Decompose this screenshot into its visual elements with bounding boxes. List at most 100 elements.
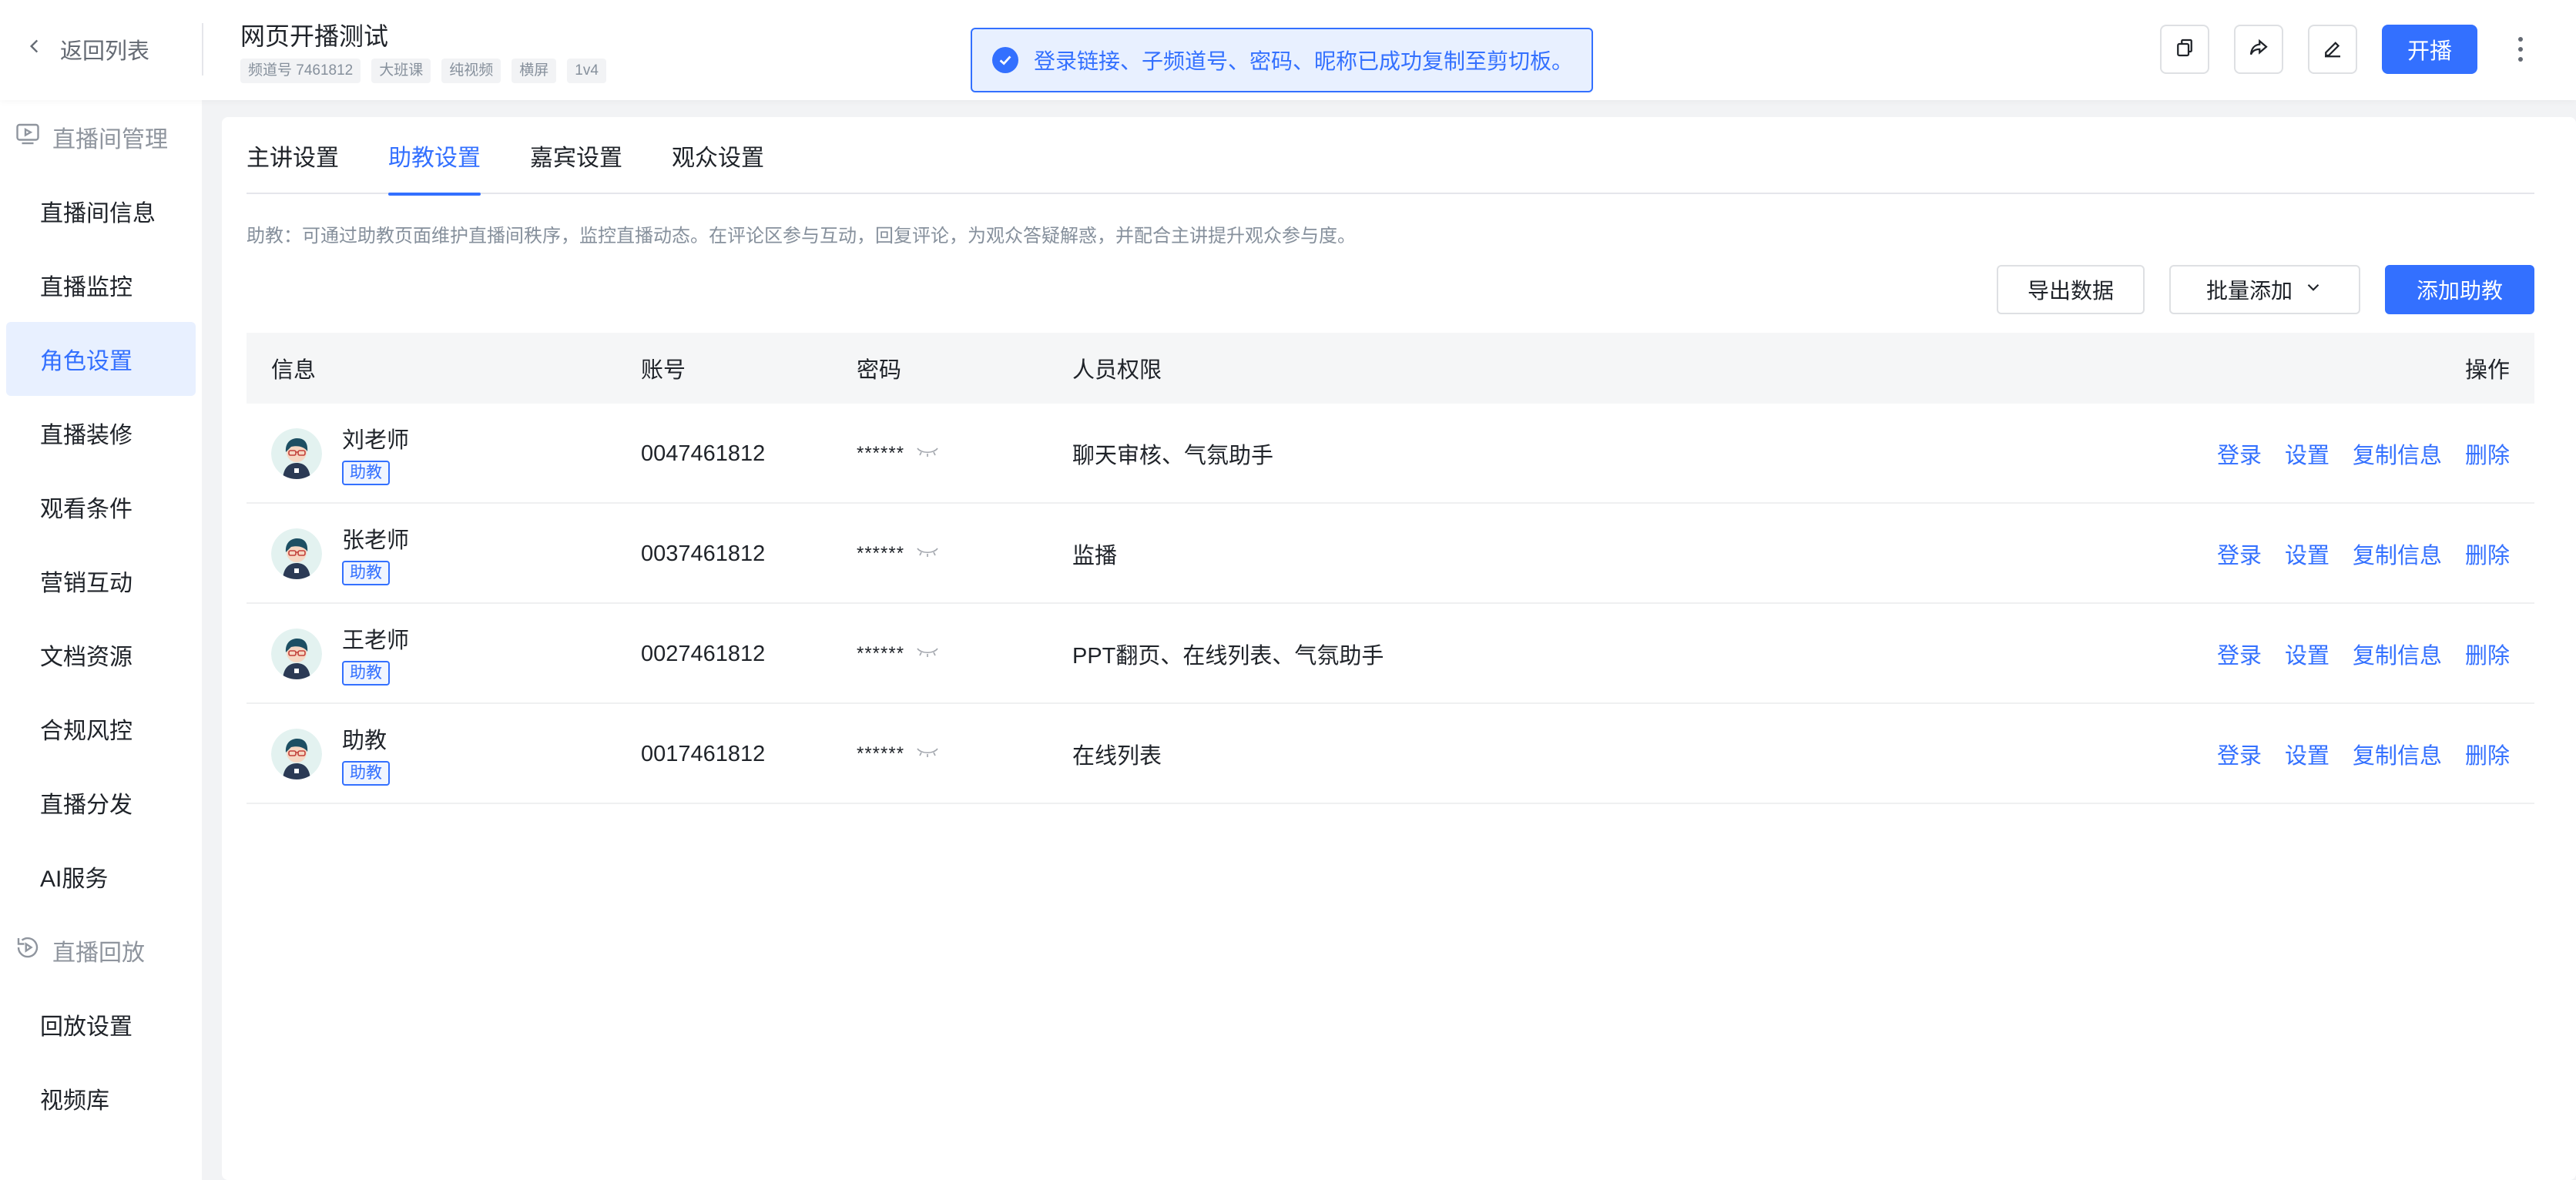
- actions-cell: 登录 设置 复制信息 删除: [2217, 704, 2510, 804]
- role-badge: 助教: [342, 461, 390, 485]
- column-header-permissions: 人员权限: [1072, 358, 1162, 383]
- start-live-button[interactable]: 开播: [2382, 25, 2477, 74]
- table-row: 助教 助教 0017461812 ****** 在线列表 登录 设置 复制信息 …: [247, 704, 2534, 804]
- settings-link[interactable]: 设置: [2285, 538, 2329, 570]
- replay-icon: [14, 934, 42, 967]
- copy-info-link[interactable]: 复制信息: [2353, 738, 2442, 770]
- tag-channel-id: 频道号 7461812: [240, 59, 361, 83]
- divider: [202, 23, 203, 75]
- sidebar: 直播间管理 直播间信息 直播监控 角色设置 直播装修 观看条件 营销互动 文档资…: [0, 100, 202, 1180]
- copy-info-link[interactable]: 复制信息: [2353, 437, 2442, 470]
- sidebar-group-label: 直播回放: [52, 940, 145, 966]
- delete-link[interactable]: 删除: [2465, 638, 2510, 670]
- sidebar-item-watch-conditions[interactable]: 观看条件: [0, 470, 197, 544]
- sidebar-item-compliance[interactable]: 合规风控: [0, 692, 197, 766]
- sidebar-item-documents[interactable]: 文档资源: [0, 618, 197, 692]
- page-title: 网页开播测试: [240, 22, 389, 50]
- settings-link[interactable]: 设置: [2285, 437, 2329, 470]
- role-badge: 助教: [342, 661, 390, 686]
- tab-host[interactable]: 主讲设置: [247, 117, 339, 194]
- delete-link[interactable]: 删除: [2465, 538, 2510, 570]
- account-cell: 0037461812: [641, 541, 766, 566]
- column-header-password: 密码: [857, 358, 902, 383]
- password-cell: ******: [857, 604, 940, 704]
- login-link[interactable]: 登录: [2217, 437, 2262, 470]
- column-header-account: 账号: [641, 358, 686, 383]
- password-mask: ******: [857, 543, 905, 564]
- tab-audience[interactable]: 观众设置: [672, 117, 764, 194]
- name-block: 张老师 助教: [342, 522, 409, 585]
- name-block: 王老师 助教: [342, 622, 409, 686]
- avatar: [271, 729, 322, 779]
- role-badge: 助教: [342, 561, 390, 585]
- table-row: 张老师 助教 0037461812 ****** 监播 登录 设置 复制信息 删…: [247, 504, 2534, 604]
- more-vertical-icon[interactable]: [2508, 31, 2533, 68]
- role-tabs: 主讲设置 助教设置 嘉宾设置 观众设置: [247, 117, 2534, 196]
- password-cell: ******: [857, 704, 940, 804]
- actions-cell: 登录 设置 复制信息 删除: [2217, 604, 2510, 704]
- export-data-button[interactable]: 导出数据: [1997, 265, 2145, 314]
- sidebar-group-live-room: 直播间管理: [0, 100, 202, 174]
- sidebar-item-monitor[interactable]: 直播监控: [0, 248, 197, 322]
- column-header-info: 信息: [271, 358, 317, 383]
- batch-add-label: 批量添加: [2205, 279, 2293, 303]
- sidebar-item-ai-service[interactable]: AI服务: [0, 840, 197, 913]
- eye-closed-icon[interactable]: [915, 643, 940, 665]
- tab-assistant[interactable]: 助教设置: [388, 117, 481, 196]
- sidebar-item-video-library[interactable]: 视频库: [0, 1061, 197, 1135]
- account-cell: 0017461812: [641, 741, 766, 766]
- login-link[interactable]: 登录: [2217, 538, 2262, 570]
- settings-link[interactable]: 设置: [2285, 638, 2329, 670]
- delete-link[interactable]: 删除: [2465, 437, 2510, 470]
- info-cell: 王老师 助教: [271, 604, 409, 704]
- assistant-table: 信息 账号 密码 人员权限 操作 刘老师 助教 0047461812 *****…: [247, 333, 2534, 804]
- back-to-list-button[interactable]: 返回列表: [25, 29, 149, 69]
- account-cell: 0047461812: [641, 441, 766, 466]
- sidebar-item-distribution[interactable]: 直播分发: [0, 766, 197, 840]
- batch-add-dropdown[interactable]: 批量添加: [2169, 265, 2360, 314]
- account-cell: 0027461812: [641, 641, 766, 666]
- permissions-cell: 聊天审核、气氛助手: [1072, 444, 1274, 468]
- settings-link[interactable]: 设置: [2285, 738, 2329, 770]
- info-cell: 助教 助教: [271, 704, 390, 804]
- sidebar-item-marketing[interactable]: 营销互动: [0, 544, 197, 618]
- toast-message: 登录链接、子频道号、密码、昵称已成功复制至剪切板。: [1034, 49, 1574, 73]
- login-link[interactable]: 登录: [2217, 738, 2262, 770]
- sidebar-item-replay-settings[interactable]: 回放设置: [0, 987, 197, 1061]
- sidebar-group-replay: 直播回放: [0, 913, 202, 987]
- delete-link[interactable]: 删除: [2465, 738, 2510, 770]
- share-button[interactable]: [2234, 25, 2283, 74]
- add-assistant-button[interactable]: 添加助教: [2385, 265, 2534, 314]
- column-header-actions: 操作: [2464, 358, 2510, 383]
- password-cell: ******: [857, 404, 940, 504]
- check-circle-icon: [992, 47, 1018, 73]
- tab-guest[interactable]: 嘉宾设置: [530, 117, 622, 194]
- password-mask: ******: [857, 643, 905, 664]
- copy-info-link[interactable]: 复制信息: [2353, 638, 2442, 670]
- sidebar-item-role-settings[interactable]: 角色设置: [6, 322, 196, 396]
- copy-info-link[interactable]: 复制信息: [2353, 538, 2442, 570]
- avatar: [271, 629, 322, 679]
- sidebar-group-label: 直播间管理: [52, 127, 168, 153]
- tab-description: 助教：可通过助教页面维护直播间秩序，监控直播动态。在评论区参与互动，回复评论，为…: [247, 226, 1356, 246]
- password-cell: ******: [857, 504, 940, 604]
- tag-class-type: 大班课: [371, 59, 431, 83]
- eye-closed-icon[interactable]: [915, 543, 940, 565]
- table-row: 王老师 助教 0027461812 ****** PPT翻页、在线列表、气氛助手…: [247, 604, 2534, 704]
- permissions-cell: PPT翻页、在线列表、气氛助手: [1072, 644, 1384, 669]
- chevron-left-icon: [25, 36, 45, 62]
- tag-seats: 1v4: [567, 59, 606, 83]
- avatar: [271, 528, 322, 579]
- member-name: 助教: [342, 729, 387, 753]
- copy-button[interactable]: [2160, 25, 2209, 74]
- name-block: 刘老师 助教: [342, 422, 409, 485]
- login-link[interactable]: 登录: [2217, 638, 2262, 670]
- member-name: 刘老师: [342, 428, 410, 453]
- sidebar-item-decoration[interactable]: 直播装修: [0, 396, 197, 470]
- sidebar-item-room-info[interactable]: 直播间信息: [0, 174, 197, 248]
- top-bar: 返回列表 网页开播测试 频道号 7461812 大班课 纯视频 横屏 1v4 登…: [0, 0, 2576, 100]
- success-toast: 登录链接、子频道号、密码、昵称已成功复制至剪切板。: [971, 28, 1593, 92]
- eye-closed-icon[interactable]: [915, 743, 940, 765]
- eye-closed-icon[interactable]: [915, 443, 940, 464]
- edit-button[interactable]: [2308, 25, 2357, 74]
